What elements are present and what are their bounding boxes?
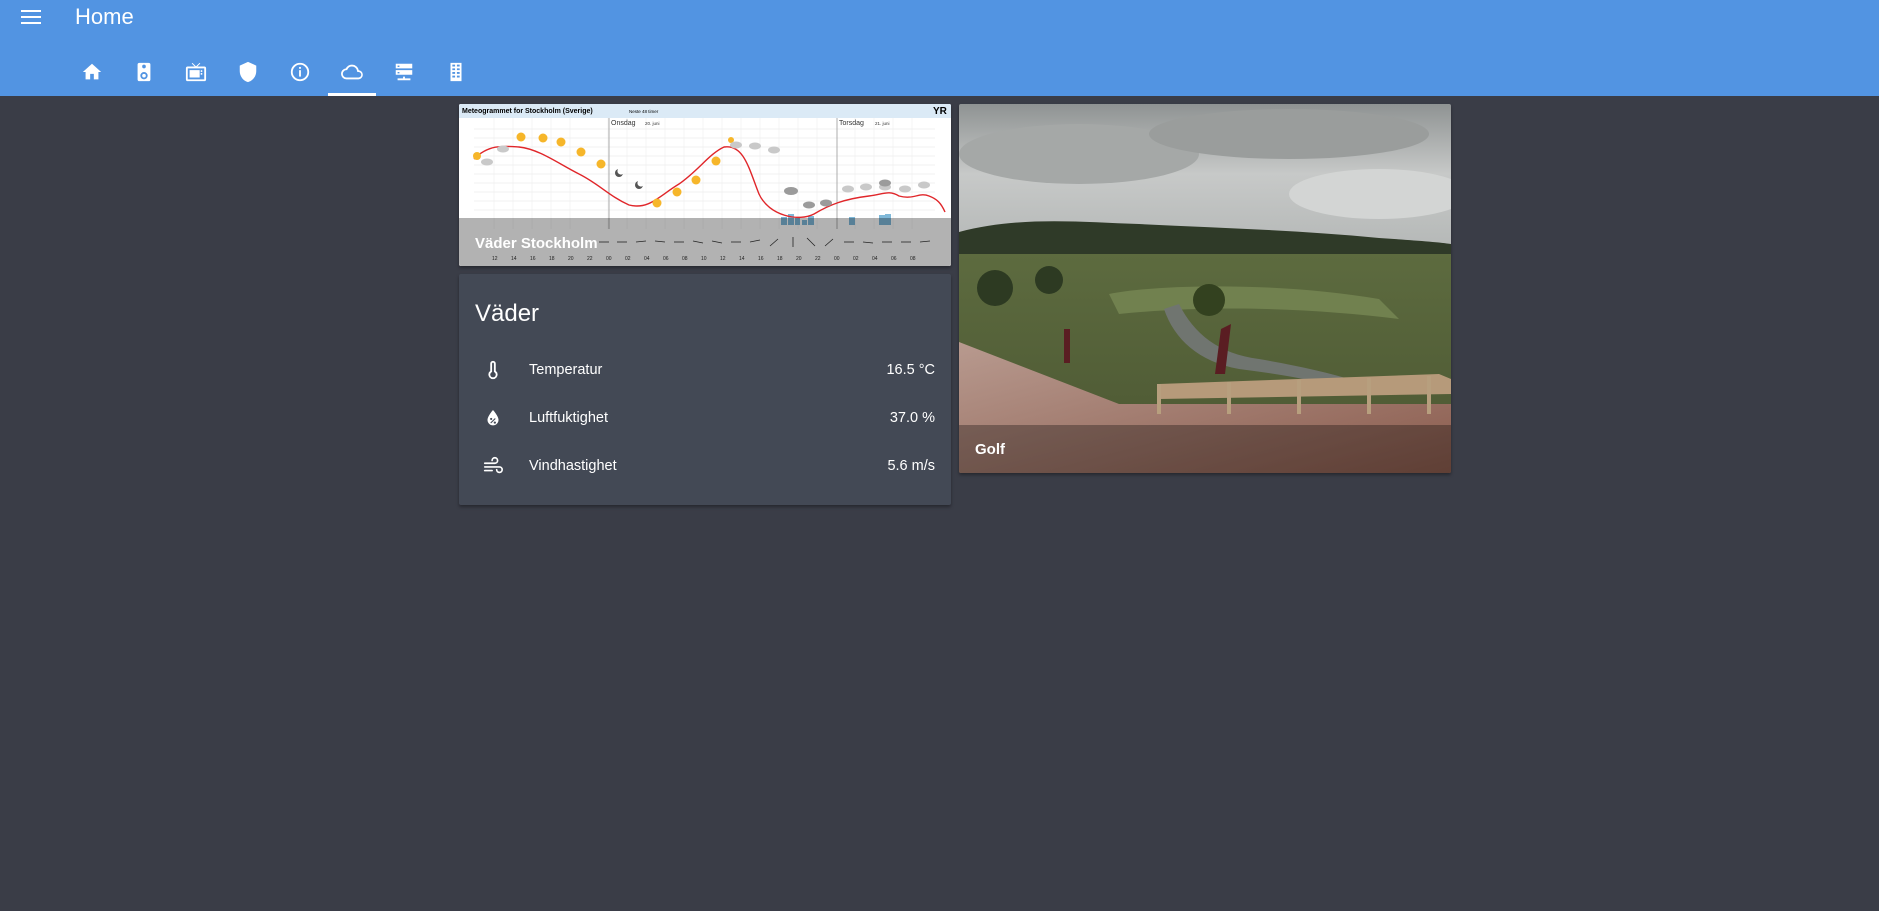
meteogram-day2-date: 21. juni bbox=[875, 121, 890, 126]
weather-row-label: Luftfuktighet bbox=[529, 410, 608, 426]
menu-icon bbox=[21, 10, 41, 24]
golf-camera-image bbox=[959, 104, 1451, 473]
tab-security[interactable] bbox=[222, 52, 274, 96]
tab-tv[interactable] bbox=[170, 52, 222, 96]
golf-camera-card[interactable]: Golf bbox=[959, 104, 1451, 473]
menu-button[interactable] bbox=[18, 6, 44, 28]
weather-row-wind[interactable]: Vindhastighet 5.6 m/s bbox=[475, 451, 935, 481]
weather-row-temperature[interactable]: Temperatur 16.5 °C bbox=[475, 355, 935, 385]
meteogram-card[interactable]: Meteogrammet for Stockholm (Sverige) Nes… bbox=[459, 104, 951, 266]
weather-row-humidity[interactable]: Luftfuktighet 37.0 % bbox=[475, 403, 935, 433]
meteogram-day1: Onsdag bbox=[611, 120, 636, 127]
weather-row-label: Vindhastighet bbox=[529, 458, 617, 474]
cloud-icon bbox=[341, 64, 363, 80]
door-icon bbox=[450, 62, 462, 82]
weather-row-value: 16.5 °C bbox=[886, 362, 935, 378]
water-percent-icon bbox=[481, 406, 505, 430]
weather-row-value: 37.0 % bbox=[889, 410, 935, 426]
meteogram-caption: Väder Stockholm bbox=[459, 218, 951, 266]
meteogram-day2: Torsdag bbox=[839, 120, 864, 127]
tab-home[interactable] bbox=[66, 52, 118, 96]
page-title: Home bbox=[75, 4, 134, 29]
weather-row-value: 5.6 m/s bbox=[887, 458, 935, 474]
tab-media[interactable] bbox=[118, 52, 170, 96]
tab-info[interactable] bbox=[274, 52, 326, 96]
weather-card-title: Väder bbox=[475, 300, 540, 327]
golf-camera-caption: Golf bbox=[959, 425, 1451, 473]
tab-doors[interactable] bbox=[430, 52, 482, 96]
tab-network[interactable] bbox=[378, 52, 430, 96]
tv-icon bbox=[185, 62, 207, 82]
weather-card: Väder Temperatur 16.5 °C Luftfuktighet 3… bbox=[459, 274, 951, 505]
meteogram-title: Meteogrammet for Stockholm (Sverige) bbox=[462, 108, 593, 115]
weather-row-label: Temperatur bbox=[529, 362, 603, 378]
meteogram-subtitle: Neste 48 timer bbox=[629, 109, 659, 114]
thermometer-icon bbox=[481, 358, 505, 382]
view-tabs bbox=[66, 52, 482, 96]
tab-weather[interactable] bbox=[326, 52, 378, 96]
shield-icon bbox=[239, 61, 257, 83]
app-header: Home bbox=[0, 0, 1879, 96]
server-icon bbox=[395, 63, 413, 81]
home-icon bbox=[82, 63, 102, 80]
yr-logo: YR bbox=[933, 106, 948, 117]
meteogram-day1-date: 20. juni bbox=[645, 121, 660, 126]
wind-icon bbox=[481, 454, 505, 478]
info-icon bbox=[290, 62, 310, 82]
speaker-icon bbox=[137, 62, 151, 82]
